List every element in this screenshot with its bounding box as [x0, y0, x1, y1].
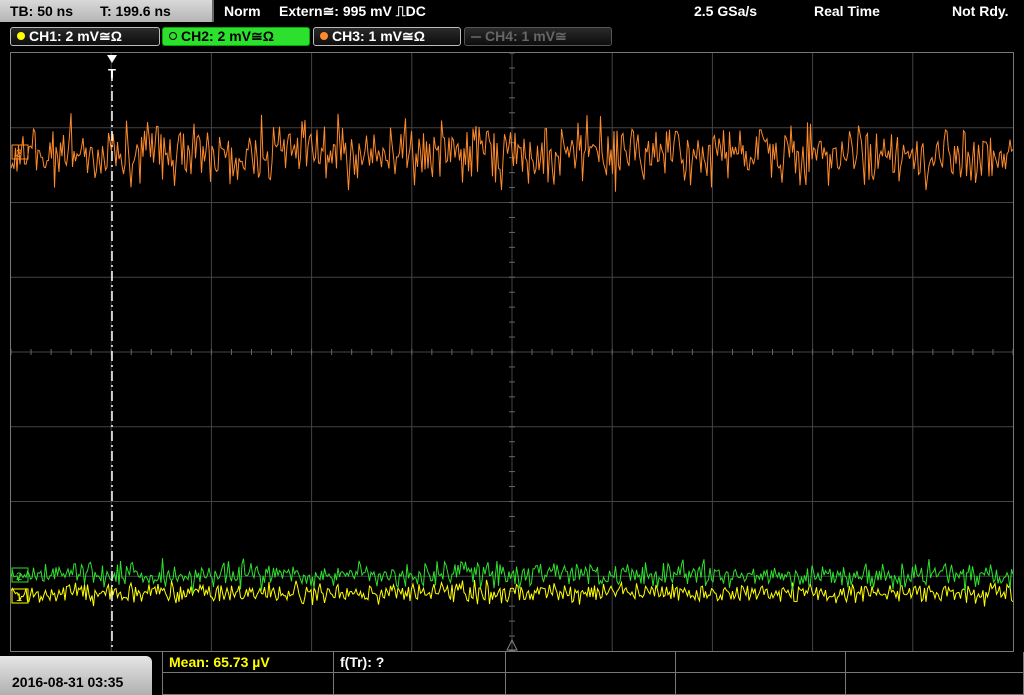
trigger-marker-label: T — [108, 66, 116, 81]
measurement-cell[interactable] — [334, 673, 506, 695]
measurement-cell[interactable]: f(Tr): ? — [334, 652, 506, 673]
timebase-box[interactable]: TB: 50 ns T: 199.6 ns — [0, 0, 214, 22]
measurement-cell[interactable] — [162, 673, 334, 695]
channel-3-label: CH3: 1 mV≅Ω — [332, 28, 425, 44]
channel-1-button[interactable]: CH1: 2 mV≅Ω — [10, 27, 160, 46]
channel-bar: CH1: 2 mV≅Ω CH2: 2 mV≅Ω CH3: 1 mV≅Ω CH4:… — [0, 24, 1024, 50]
run-state-label: Not Rdy. — [952, 3, 1009, 19]
measurement-cell[interactable] — [846, 673, 1024, 695]
trigger-position-marker[interactable] — [107, 55, 117, 63]
measurement-cell[interactable] — [506, 652, 676, 673]
timebase-label: TB: 50 ns — [10, 3, 74, 19]
channel-4-off-icon — [471, 36, 481, 39]
channel-2-color-dot — [169, 32, 177, 41]
datetime-box: 2016-08-31 03:35 — [0, 656, 152, 695]
trigger-frequency-measurement: f(Tr): ? — [340, 654, 385, 670]
channel-2-label: CH2: 2 mV≅Ω — [181, 28, 274, 44]
channel-4-label: CH4: 1 mV≅ — [485, 28, 567, 44]
channel-2-offset-marker[interactable]: 2 — [11, 567, 29, 583]
channel-3-color-dot — [320, 32, 328, 41]
channel-4-button[interactable]: CH4: 1 mV≅ — [464, 27, 612, 46]
mean-measurement: Mean: 65.73 µV — [169, 654, 270, 670]
measurement-cell[interactable] — [676, 673, 846, 695]
trigger-time-label: T: 199.6 ns — [100, 3, 171, 19]
trigger-mode-label[interactable]: Norm — [224, 3, 261, 19]
sample-rate-label: 2.5 GSa/s — [694, 3, 758, 19]
channel-2-marker-label: 2 — [16, 571, 22, 583]
measurement-cell[interactable] — [676, 652, 846, 673]
channel-1-marker-label: 1 — [16, 592, 22, 604]
acquisition-mode-label: Real Time — [814, 3, 880, 19]
waveform-display[interactable]: T 3 2 1 — [10, 52, 1014, 652]
measurement-cell[interactable]: Mean: 65.73 µV — [162, 652, 334, 673]
trigger-source-label[interactable]: Extern≅: 995 mV ⎍DC — [279, 3, 426, 20]
channel-2-button[interactable]: CH2: 2 mV≅Ω — [162, 27, 310, 46]
channel-1-color-dot — [17, 32, 25, 41]
measurement-panel[interactable]: Mean: 65.73 µV f(Tr): ? — [162, 652, 1024, 695]
waveform-canvas: T 3 2 1 — [10, 52, 1014, 652]
datetime-label: 2016-08-31 03:35 — [12, 674, 124, 690]
channel-3-button[interactable]: CH3: 1 mV≅Ω — [313, 27, 461, 46]
measurement-cell[interactable] — [846, 652, 1024, 673]
status-bar: TB: 50 ns T: 199.6 ns Norm Extern≅: 995 … — [0, 0, 1024, 24]
channel-1-label: CH1: 2 mV≅Ω — [29, 28, 122, 44]
measurement-cell[interactable] — [506, 673, 676, 695]
channel-3-marker-label: 3 — [16, 148, 22, 160]
